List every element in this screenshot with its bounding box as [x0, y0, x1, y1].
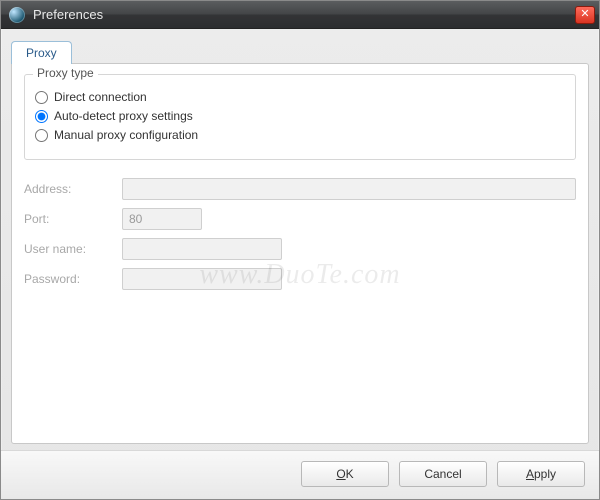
address-input[interactable] [122, 178, 576, 200]
content-area: Proxy Proxy type Direct connection Auto-… [1, 29, 599, 450]
close-icon: ✕ [580, 9, 589, 20]
radio-row-direct[interactable]: Direct connection [35, 90, 565, 104]
radio-manual[interactable] [35, 129, 48, 142]
ok-button-label: OK [336, 467, 353, 481]
close-button[interactable]: ✕ [575, 6, 595, 24]
username-input[interactable] [122, 238, 282, 260]
tab-panel-proxy: Proxy type Direct connection Auto-detect… [11, 63, 589, 444]
radio-direct[interactable] [35, 91, 48, 104]
port-input[interactable] [122, 208, 202, 230]
address-label: Address: [24, 182, 114, 196]
cancel-button-label: Cancel [424, 467, 461, 481]
password-label: Password: [24, 272, 114, 286]
tabstrip: Proxy [11, 37, 589, 63]
apply-button[interactable]: Apply [497, 461, 585, 487]
radio-auto[interactable] [35, 110, 48, 123]
titlebar[interactable]: Preferences ✕ [1, 1, 599, 29]
password-input[interactable] [122, 268, 282, 290]
radio-auto-label[interactable]: Auto-detect proxy settings [54, 109, 193, 123]
preferences-window: Preferences ✕ Proxy Proxy type Direct co… [0, 0, 600, 500]
apply-button-label: Apply [526, 467, 556, 481]
radio-row-auto[interactable]: Auto-detect proxy settings [35, 109, 565, 123]
proxy-type-group: Proxy type Direct connection Auto-detect… [24, 74, 576, 160]
cancel-button[interactable]: Cancel [399, 461, 487, 487]
tab-proxy-label: Proxy [26, 46, 57, 60]
radio-manual-label[interactable]: Manual proxy configuration [54, 128, 198, 142]
port-label: Port: [24, 212, 114, 226]
username-label: User name: [24, 242, 114, 256]
proxy-type-legend: Proxy type [33, 66, 98, 80]
ok-button[interactable]: OK [301, 461, 389, 487]
tab-proxy[interactable]: Proxy [11, 41, 72, 64]
window-title: Preferences [33, 7, 575, 22]
app-icon [9, 7, 25, 23]
button-bar: OK Cancel Apply [1, 450, 599, 499]
radio-row-manual[interactable]: Manual proxy configuration [35, 128, 565, 142]
radio-direct-label[interactable]: Direct connection [54, 90, 147, 104]
proxy-form: Address: Port: User name: Password: [24, 178, 576, 290]
